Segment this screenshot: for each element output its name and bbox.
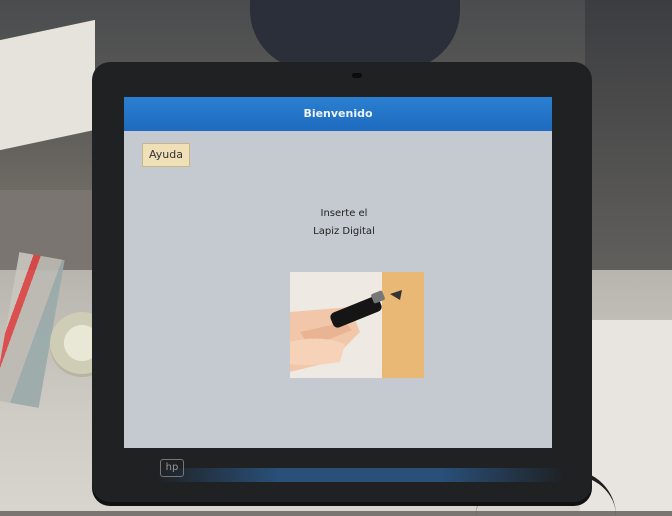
background-chair: [250, 0, 460, 70]
instruction-line-2: Lapiz Digital: [313, 226, 375, 237]
pen-insert-image: [290, 272, 424, 378]
instruction-line-1: Inserte el: [320, 208, 368, 219]
instruction-text: Inserte el Lapiz Digital: [274, 205, 414, 241]
webcam: [352, 73, 362, 78]
background-paper: [0, 19, 95, 151]
hp-logo: hp: [160, 459, 184, 477]
tablet-screen: Bienvenido Ayuda Inserte el Lapiz Digita…: [124, 97, 552, 448]
tablet-base-light: [155, 468, 565, 482]
pen-insert-illustration: [290, 272, 424, 378]
title-bar: Bienvenido: [124, 97, 552, 131]
help-button[interactable]: Ayuda: [142, 143, 190, 167]
